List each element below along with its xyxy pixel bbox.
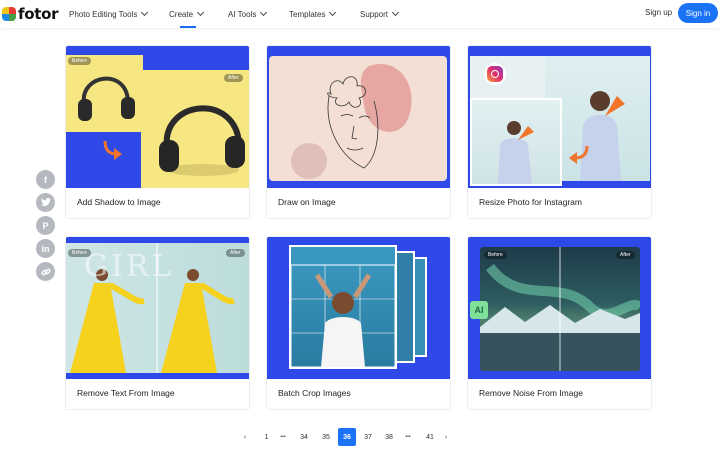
card-title: Batch Crop Images xyxy=(278,388,351,398)
social-share-bar: f P in xyxy=(36,170,55,281)
page-41[interactable]: 41 xyxy=(422,428,438,446)
nav-label: Photo Editing Tools xyxy=(69,9,138,19)
chevron-down-icon xyxy=(391,8,400,17)
page-37[interactable]: 37 xyxy=(360,428,376,446)
page-35[interactable]: 35 xyxy=(318,428,334,446)
twitter-icon[interactable] xyxy=(36,193,55,212)
before-tag: Before xyxy=(68,249,91,257)
instagram-icon xyxy=(484,63,506,85)
page-36-current[interactable]: 36 xyxy=(338,428,356,446)
line-art-face-image xyxy=(291,64,412,179)
woman-crop-image xyxy=(290,264,396,368)
ai-badge: AI xyxy=(470,301,488,319)
signin-button[interactable]: Sign in xyxy=(678,3,718,23)
card-title: Remove Noise From Image xyxy=(479,388,583,398)
tool-card-batch-crop[interactable]: Batch Crop Images xyxy=(266,236,451,410)
signup-link[interactable]: Sign up xyxy=(645,8,672,17)
headphones-shadow-image xyxy=(159,105,245,176)
before-panel xyxy=(66,55,143,132)
card-image: Before After AI xyxy=(468,237,651,379)
nav-templates[interactable]: Templates xyxy=(289,0,360,28)
card-image xyxy=(267,46,450,188)
tool-card-add-shadow[interactable]: Before After Add Shadow to Image xyxy=(65,45,250,219)
nav-label: Support xyxy=(360,9,389,19)
card-title: Add Shadow to Image xyxy=(77,197,161,207)
nav-ai-tools[interactable]: AI Tools xyxy=(228,0,289,28)
page-ellipsis: ••• xyxy=(280,434,286,440)
before-after-canvas: GIRL xyxy=(66,243,249,373)
nav-label: Templates xyxy=(289,9,326,19)
nav-label: AI Tools xyxy=(228,9,257,19)
chevron-down-icon xyxy=(260,8,268,17)
original-photo xyxy=(470,98,562,186)
card-title: Remove Text From Image xyxy=(77,388,175,398)
card-title: Draw on Image xyxy=(278,197,336,207)
logo-text: fotor xyxy=(18,5,59,23)
woman-small-image xyxy=(498,121,534,184)
before-tag: Before xyxy=(68,57,91,65)
tool-card-remove-text[interactable]: GIRL Before After Remove Text From Image xyxy=(65,236,250,410)
card-image: GIRL Before After xyxy=(66,237,249,379)
after-tag: After xyxy=(226,249,245,257)
overlay-text: GIRL xyxy=(84,249,175,284)
curved-arrow-icon xyxy=(103,140,122,160)
chevron-down-icon xyxy=(141,8,149,17)
page-34[interactable]: 34 xyxy=(296,428,312,446)
curved-arrow-icon xyxy=(569,145,589,164)
aurora-landscape-image xyxy=(480,247,640,371)
fotor-logo[interactable]: fotor xyxy=(2,5,59,23)
page-1[interactable]: 1 xyxy=(261,428,272,446)
link-icon[interactable] xyxy=(36,262,55,281)
top-navbar: fotor Photo Editing Tools Create AI Tool… xyxy=(0,0,720,28)
next-page-button[interactable]: › xyxy=(441,428,451,446)
fotor-logo-mark xyxy=(2,7,16,21)
noise-photo xyxy=(480,247,640,371)
after-panel xyxy=(141,70,249,188)
nav-support[interactable]: Support xyxy=(360,0,420,28)
nav-photo-editing-tools[interactable]: Photo Editing Tools xyxy=(69,0,169,28)
tool-card-remove-noise[interactable]: Before After AI Remove Noise From Image xyxy=(467,236,652,410)
card-image: Before After xyxy=(66,46,249,188)
card-title: Resize Photo for Instagram xyxy=(479,197,582,207)
card-image xyxy=(468,46,651,188)
page-38[interactable]: 38 xyxy=(381,428,397,446)
chevron-down-icon xyxy=(329,8,337,17)
before-tag: Before xyxy=(484,251,507,259)
card-image xyxy=(267,237,450,379)
chevron-down-icon xyxy=(196,8,205,17)
crop-photo xyxy=(289,245,397,369)
prev-page-button[interactable]: ‹ xyxy=(240,428,250,446)
pinterest-icon[interactable]: P xyxy=(36,216,55,235)
pagination: ‹ 1 ••• 34 35 36 37 38 ••• 41 › xyxy=(240,428,451,446)
after-tag: After xyxy=(616,251,635,259)
after-tag: After xyxy=(224,74,243,82)
tool-card-resize-instagram[interactable]: Resize Photo for Instagram xyxy=(467,45,652,219)
linkedin-icon[interactable]: in xyxy=(36,239,55,258)
page-ellipsis: ••• xyxy=(405,434,411,440)
drawing-canvas xyxy=(269,56,447,181)
tool-card-draw-on-image[interactable]: Draw on Image xyxy=(266,45,451,219)
main-nav: Photo Editing Tools Create AI Tools Temp… xyxy=(69,0,420,28)
headphones-image xyxy=(78,76,135,121)
facebook-icon[interactable]: f xyxy=(36,170,55,189)
nav-label: Create xyxy=(169,9,194,19)
nav-create[interactable]: Create xyxy=(169,0,228,28)
